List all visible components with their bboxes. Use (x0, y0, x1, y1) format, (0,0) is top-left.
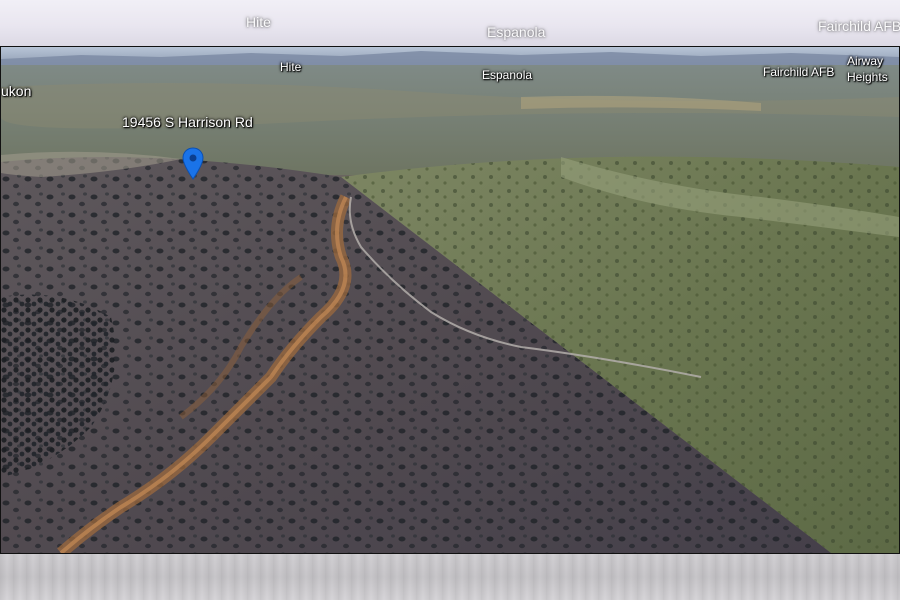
map-viewport[interactable]: ukon Hite Espanola Fairchild AFB Airway … (0, 46, 900, 554)
map-screenshot: Hite Espanola Fairchild AFB ukon Hite Es… (0, 0, 900, 600)
place-label-espanola: Espanola (482, 68, 533, 82)
echo-label-fairchild: Fairchild AFB (818, 18, 900, 34)
echo-label-espanola: Espanola (487, 24, 546, 40)
place-label-airway-heights-line2: Heights (847, 70, 888, 84)
bottom-echo-strip (0, 554, 900, 600)
map-pin-icon[interactable] (182, 147, 204, 181)
place-label-hite: Hite (280, 60, 302, 74)
echo-label-hite: Hite (246, 14, 271, 30)
place-label-fairchild-afb: Fairchild AFB (763, 65, 835, 79)
pin-address-label[interactable]: 19456 S Harrison Rd (122, 115, 253, 129)
top-echo-strip: Hite Espanola Fairchild AFB (0, 0, 900, 46)
place-label-airway-heights-line1: Airway (847, 54, 884, 68)
place-label-yukon: ukon (1, 83, 32, 99)
